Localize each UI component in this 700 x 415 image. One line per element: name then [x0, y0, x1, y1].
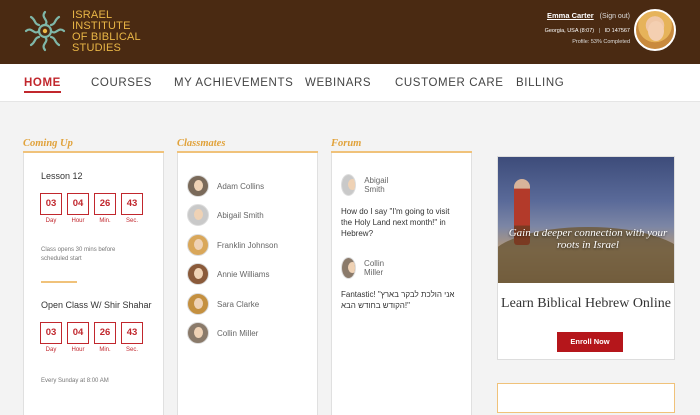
classmate-item[interactable]: Franklin Johnson [187, 233, 278, 257]
promo-image: Gain a deeper connection with your roots… [498, 157, 674, 283]
avatar [187, 322, 209, 344]
classmates-title: Classmates [177, 138, 318, 153]
classmate-name: Franklin Johnson [217, 240, 278, 250]
divider [41, 281, 77, 283]
forum-post-author[interactable]: Abigail Smith [341, 174, 395, 196]
avatar [341, 257, 357, 279]
coming-up-title: Coming Up [23, 138, 164, 153]
avatar [187, 263, 209, 285]
avatar [187, 204, 209, 226]
classmate-name: Adam Collins [217, 181, 265, 191]
logo-line: STUDIES [72, 42, 122, 54]
timer-days: 03 [40, 193, 62, 215]
classmate-item[interactable]: Adam Collins [187, 174, 264, 198]
lesson-title[interactable]: Lesson 12 [41, 171, 83, 181]
timer-days: 03 [40, 322, 62, 344]
timer-minutes: 26 [94, 322, 116, 344]
classmate-item[interactable]: Collin Miller [187, 321, 258, 345]
classmate-item[interactable]: Sara Clarke [187, 292, 259, 316]
timer-label: Min. [99, 347, 111, 353]
lesson-title[interactable]: Open Class W/ Shir Shahar [41, 300, 152, 310]
user-id: ID 147567 [604, 28, 630, 34]
countdown-timer: 03 Day 04 Hour 26 Min. 43 Sec. [40, 193, 143, 224]
nav-customer-care[interactable]: CUSTOMER CARE [395, 77, 504, 89]
enroll-now-button[interactable]: Enroll Now [557, 332, 623, 352]
promo-caption: Gain a deeper connection with your roots… [508, 227, 668, 251]
classmate-name: Collin Miller [217, 328, 259, 338]
nav-home[interactable]: HOME [24, 77, 61, 93]
profile-completion[interactable]: Profile: 53% Completed [545, 38, 630, 46]
separator: | [598, 28, 601, 34]
user-name-link[interactable]: Emma Carter [547, 11, 594, 20]
timer-hours: 04 [67, 322, 89, 344]
nav-courses[interactable]: COURSES [91, 77, 152, 89]
timer-seconds: 43 [121, 322, 143, 344]
classmate-item[interactable]: Annie Williams [187, 262, 269, 286]
nav-webinars[interactable]: WEBINARS [305, 77, 371, 89]
nav-my-achievements[interactable]: MY ACHIEVEMENTS [174, 77, 293, 89]
forum-title: Forum [331, 138, 472, 153]
classmate-item[interactable]: Abigail Smith [187, 203, 264, 227]
forum-post-text: How do I say "I'm going to visit the Hol… [341, 207, 450, 238]
promo-title: Learn Biblical Hebrew Online [501, 296, 671, 311]
class-open-note: Class opens 30 mins before scheduled sta… [41, 247, 116, 262]
countdown-timer: 03 Day 04 Hour 26 Min. 43 Sec. [40, 322, 143, 353]
institute-logo-icon[interactable] [22, 8, 68, 54]
institute-name[interactable]: ISRAEL INSTITUTE of BIBLICAL STUDIES [72, 10, 141, 54]
timer-hours: 04 [67, 193, 89, 215]
timer-label: Sec. [125, 347, 138, 353]
timer-seconds: 43 [121, 193, 143, 215]
schedule-note: Every Sunday at 8:00 AM [41, 378, 109, 384]
hebrew-promo-card[interactable]: Gain a deeper connection with your roots… [497, 156, 675, 360]
main-nav: HOME COURSES MY ACHIEVEMENTS WEBINARS CU… [0, 64, 700, 102]
avatar [187, 175, 209, 197]
top-header: ISRAEL INSTITUTE of BIBLICAL STUDIES Emm… [0, 0, 700, 64]
classmate-name: Sara Clarke [217, 299, 260, 309]
classmate-name: Annie Williams [217, 269, 270, 279]
avatar [341, 174, 357, 196]
sign-out-link[interactable]: (Sign out) [600, 13, 630, 20]
forum-post-text: Fantastic! "אני הולכת לבקר בארץ הקודש בח… [341, 290, 455, 310]
avatar [187, 234, 209, 256]
user-location: Georgia, USA (8:07) [544, 28, 595, 34]
timer-minutes: 26 [94, 193, 116, 215]
avatar [187, 293, 209, 315]
timer-label: Hour [71, 218, 85, 224]
secondary-promo-card [497, 383, 675, 413]
timer-label: Hour [71, 347, 85, 353]
timer-label: Min. [99, 218, 111, 224]
timer-label: Day [45, 218, 57, 224]
forum-post-author[interactable]: Collin Miller [341, 257, 391, 279]
classmate-name: Abigail Smith [217, 210, 264, 220]
user-avatar[interactable] [634, 9, 676, 51]
timer-label: Day [45, 347, 57, 353]
nav-billing[interactable]: BILLING [516, 77, 564, 89]
user-info: Emma Carter (Sign out) Georgia, USA (8:0… [545, 11, 630, 46]
timer-label: Sec. [125, 218, 138, 224]
author-name: Collin Miller [364, 259, 385, 277]
author-name: Abigail Smith [364, 176, 389, 194]
